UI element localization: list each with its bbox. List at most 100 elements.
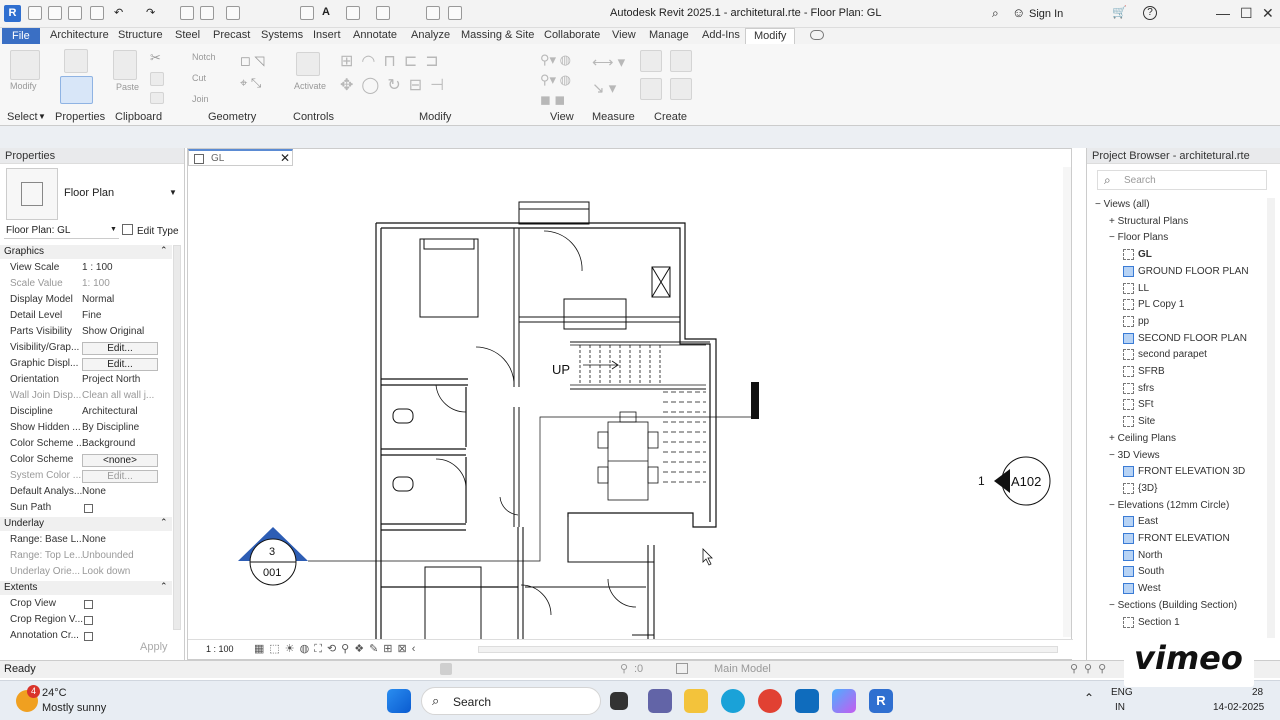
switch-windows-icon[interactable] — [448, 6, 462, 20]
browser-item[interactable]: FRONT ELEVATION 3D — [1123, 466, 1245, 477]
language-2[interactable]: IN — [1115, 702, 1125, 713]
property-value[interactable]: None — [82, 534, 106, 545]
save-icon[interactable] — [68, 6, 82, 20]
binoculars-icon[interactable]: ⌕ — [992, 6, 999, 21]
drawing-area[interactable]: GL ✕ UP 3 001 1 A102 1: 100 ▦⬚☀◍⛶⟲⚲❖✎⊞⊠… — [187, 148, 1073, 660]
maximize-button[interactable]: ☐ — [1240, 5, 1253, 22]
revit-taskbar-icon[interactable]: R — [869, 689, 893, 713]
3d-view-icon[interactable] — [346, 6, 360, 20]
help-icon[interactable]: ? — [1143, 6, 1157, 20]
instance-selector[interactable]: Floor Plan: GL ▼ — [4, 223, 119, 239]
tab-insert[interactable]: Insert — [313, 29, 341, 41]
property-value[interactable]: Clean all wall j... — [82, 390, 154, 401]
editable-only-icon[interactable]: ⚲ — [620, 662, 628, 675]
property-checkbox[interactable] — [84, 504, 93, 513]
outlook-icon[interactable] — [795, 689, 819, 713]
undo-icon[interactable]: ↶ — [114, 6, 128, 20]
tab-modify[interactable]: Modify — [745, 28, 796, 45]
edge-icon[interactable] — [721, 689, 745, 713]
close-button[interactable]: ✕ — [1262, 5, 1274, 22]
property-value[interactable]: 1: 100 — [82, 278, 110, 289]
task-view-icon[interactable] — [610, 692, 628, 710]
copilot-icon[interactable] — [832, 689, 856, 713]
align-icon[interactable] — [226, 6, 240, 20]
tag-icon[interactable] — [300, 6, 314, 20]
view-tab-gl[interactable]: GL ✕ — [188, 149, 293, 166]
browser-item[interactable]: + Structural Plans — [1109, 216, 1188, 227]
browser-item[interactable]: LL — [1123, 282, 1149, 294]
browser-item[interactable]: {3D} — [1123, 482, 1157, 494]
property-value[interactable]: Fine — [82, 310, 101, 321]
apply-button[interactable]: Apply — [140, 641, 168, 653]
type-properties-icon[interactable] — [64, 49, 88, 73]
horizontal-scrollbar[interactable] — [478, 646, 1058, 653]
tab-manage[interactable]: Manage — [649, 29, 689, 41]
property-edit-button[interactable]: <none> — [82, 454, 158, 467]
browser-search[interactable]: ⌕ Search — [1097, 170, 1267, 190]
home-icon[interactable] — [28, 6, 42, 20]
design-option-icon[interactable] — [676, 663, 688, 674]
browser-scrollbar[interactable] — [1267, 198, 1275, 638]
minimize-button[interactable]: — — [1216, 5, 1230, 21]
tab-add-ins[interactable]: Add-Ins — [702, 29, 740, 41]
browser-item[interactable]: − Views (all) — [1095, 199, 1150, 210]
property-value[interactable]: Look down — [82, 566, 130, 577]
property-value[interactable]: Project North — [82, 374, 140, 385]
floor-plan-drawing[interactable]: UP 3 001 1 A102 — [188, 167, 1073, 655]
browser-item[interactable]: Site — [1123, 416, 1155, 427]
measure-icon[interactable] — [200, 6, 214, 20]
properties-scrollbar[interactable] — [173, 245, 181, 630]
property-edit-button[interactable]: Edit... — [82, 358, 158, 371]
browser-item[interactable]: pp — [1123, 315, 1149, 327]
browser-item[interactable]: SFRB — [1123, 366, 1165, 377]
chrome-icon[interactable] — [758, 689, 782, 713]
view-scale[interactable]: 1 : 100 — [206, 644, 234, 654]
property-value[interactable]: By Discipline — [82, 422, 139, 433]
tab-systems[interactable]: Systems — [261, 29, 303, 41]
language-1[interactable]: ENG — [1111, 687, 1133, 698]
property-edit-button[interactable]: Edit... — [82, 342, 158, 355]
print-icon[interactable] — [180, 6, 194, 20]
text-icon[interactable]: A — [322, 6, 336, 20]
user-icon[interactable]: ☺ — [1012, 5, 1025, 20]
type-name[interactable]: Floor Plan — [64, 187, 114, 199]
browser-item[interactable]: GROUND FLOOR PLAN — [1123, 265, 1249, 277]
browser-item[interactable]: − Floor Plans — [1109, 232, 1168, 243]
panel-select[interactable]: Select — [7, 111, 38, 123]
browser-item[interactable]: second parapet — [1123, 349, 1207, 360]
browser-item[interactable]: East — [1123, 516, 1158, 527]
tab-structure[interactable]: Structure — [118, 29, 163, 41]
filter-icons[interactable]: ⚲⚲⚲ — [1070, 662, 1112, 675]
property-checkbox[interactable] — [84, 632, 93, 641]
clock-time[interactable]: 28 — [1252, 687, 1263, 698]
browser-item[interactable]: SFt — [1123, 399, 1154, 411]
vertical-scrollbar[interactable] — [1063, 167, 1071, 637]
edit-type-button[interactable]: Edit Type — [137, 226, 179, 237]
property-checkbox[interactable] — [84, 600, 93, 609]
tab-architecture[interactable]: Architecture — [50, 29, 109, 41]
properties-icon[interactable] — [60, 76, 93, 104]
browser-item[interactable]: West — [1123, 583, 1161, 594]
sync-icon[interactable] — [90, 6, 104, 20]
tab-collaborate[interactable]: Collaborate — [544, 29, 600, 41]
property-value[interactable]: Unbounded — [82, 550, 134, 561]
browser-item[interactable]: PL Copy 1 — [1123, 299, 1184, 310]
browser-item[interactable]: GL — [1123, 249, 1152, 260]
teams-icon[interactable] — [648, 689, 672, 713]
property-value[interactable]: None — [82, 486, 106, 497]
property-value[interactable]: Show Original — [82, 326, 144, 337]
browser-item[interactable]: North — [1123, 549, 1162, 561]
type-dropdown-icon[interactable]: ▼ — [169, 188, 177, 197]
browser-item[interactable]: Section 1 — [1123, 616, 1180, 628]
view-control-icons[interactable]: ▦⬚☀◍⛶⟲⚲❖✎⊞⊠‹ — [254, 642, 420, 656]
property-value[interactable]: Architectural — [82, 406, 138, 417]
tab-analyze[interactable]: Analyze — [411, 29, 450, 41]
browser-item[interactable]: sfrs — [1123, 382, 1154, 394]
property-edit-button[interactable]: Edit... — [82, 470, 158, 483]
cart-icon[interactable]: 🛒 — [1112, 5, 1127, 19]
workset-icon[interactable] — [440, 663, 452, 675]
extents-section[interactable]: Extents ⌃ — [0, 581, 172, 595]
open-icon[interactable] — [48, 6, 62, 20]
graphics-section[interactable]: Graphics ⌃ — [0, 245, 172, 259]
sign-in-link[interactable]: Sign In — [1029, 8, 1063, 20]
